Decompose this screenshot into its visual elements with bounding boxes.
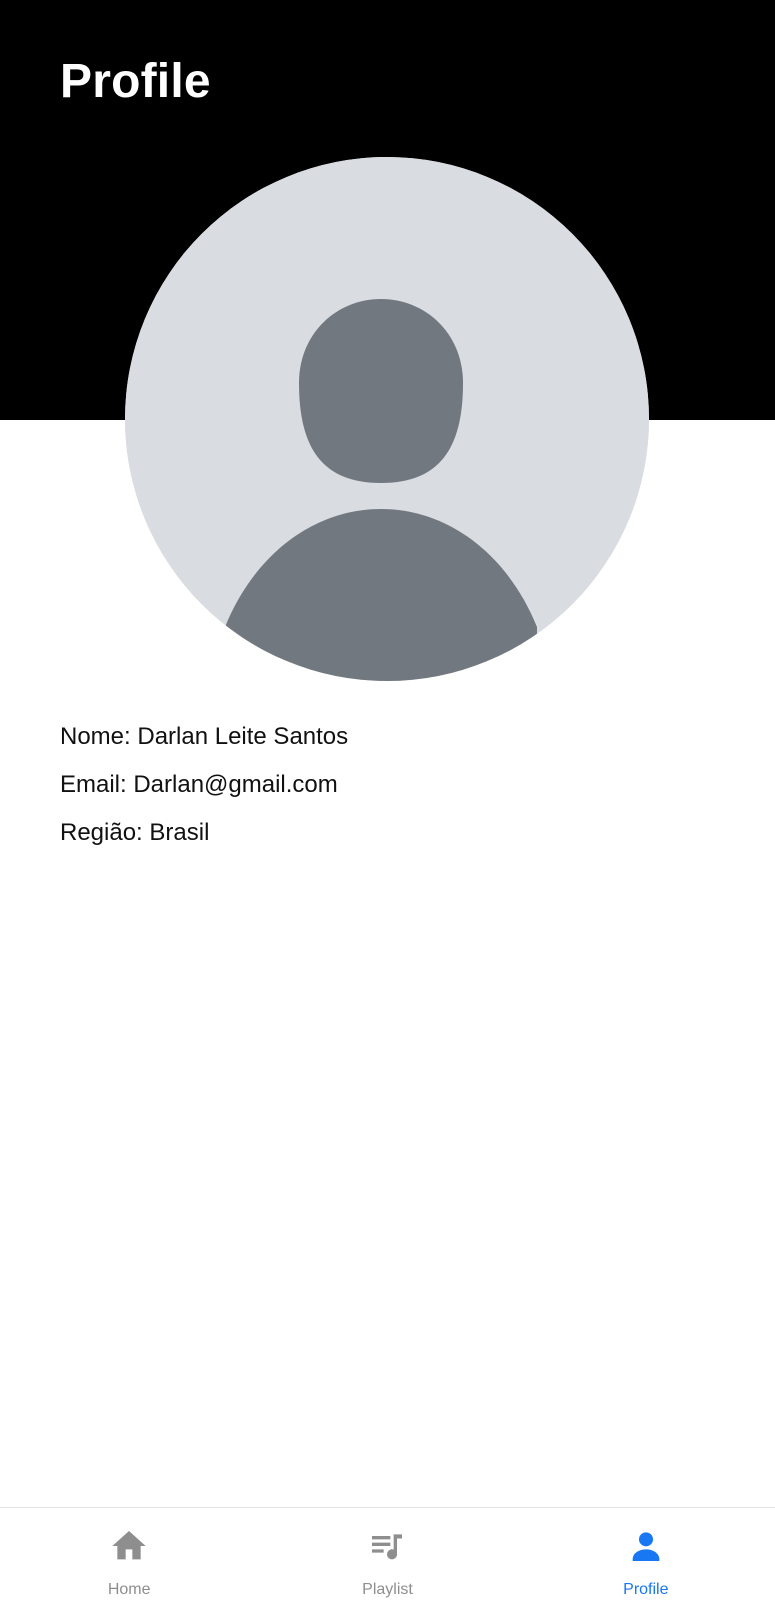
person-icon: [632, 1532, 660, 1561]
nav-label-playlist: Playlist: [362, 1581, 413, 1598]
profile-region: Região: Brasil: [60, 819, 210, 846]
nav-item-home[interactable]: Home: [0, 1508, 258, 1600]
profile-avatar: [125, 157, 649, 681]
profile-screen: Profile Nome: Darlan Leite Santos Email:…: [0, 0, 775, 1600]
profile-name: Nome: Darlan Leite Santos: [60, 723, 349, 750]
home-icon: [112, 1531, 146, 1560]
nav-label-profile: Profile: [623, 1581, 669, 1598]
bottom-navigation: Home Playlist Profile: [0, 1507, 775, 1600]
nav-item-profile[interactable]: Profile: [517, 1508, 775, 1600]
person-placeholder-icon: [125, 157, 649, 681]
nav-label-home: Home: [107, 1581, 151, 1598]
nav-item-playlist[interactable]: Playlist: [258, 1508, 516, 1600]
page-title: Profile: [60, 55, 211, 108]
profile-info: Nome: Darlan Leite Santos Email: Darlan@…: [60, 722, 348, 866]
playlist-icon: [372, 1534, 403, 1560]
profile-email: Email: Darlan@gmail.com: [60, 771, 338, 798]
